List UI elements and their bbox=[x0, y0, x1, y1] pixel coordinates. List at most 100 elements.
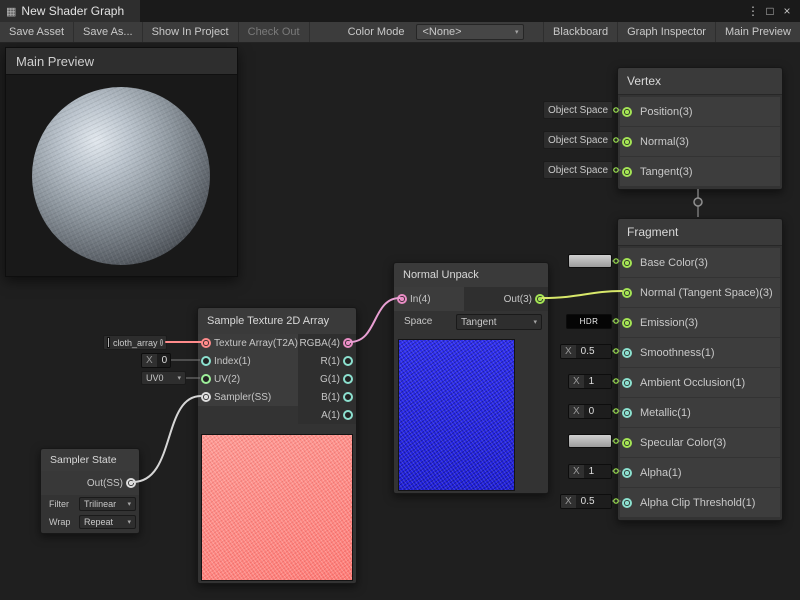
sampler-port[interactable] bbox=[201, 392, 211, 402]
save-asset-button[interactable]: Save Asset bbox=[0, 22, 74, 42]
fragment-row-base-color[interactable]: Base Color(3) bbox=[620, 248, 780, 277]
alpha-port[interactable] bbox=[622, 468, 632, 478]
value-field[interactable]: 0 bbox=[584, 405, 611, 418]
normal-tangent-port[interactable] bbox=[622, 288, 632, 298]
base-color-swatch[interactable] bbox=[568, 254, 612, 268]
main-preview-title[interactable]: Main Preview bbox=[6, 48, 237, 75]
rgba-output-port[interactable] bbox=[343, 338, 353, 348]
maximize-icon[interactable]: □ bbox=[762, 1, 778, 21]
color-mode-dropdown[interactable]: <None> ▾ bbox=[416, 24, 524, 40]
sampler-out-row[interactable]: Out(SS) bbox=[41, 471, 139, 495]
position-input-port[interactable] bbox=[622, 107, 632, 117]
vertex-row-tangent[interactable]: Tangent(3) bbox=[620, 157, 780, 186]
uv-channel-dropdown[interactable]: UV0 ▾ bbox=[141, 371, 186, 385]
blackboard-toggle-button[interactable]: Blackboard bbox=[543, 22, 617, 42]
fragment-node[interactable]: Fragment Base Color(3) Normal (Tangent S… bbox=[617, 218, 783, 521]
texture-array-object-field[interactable]: cloth_array bbox=[103, 335, 167, 350]
ambient-occlusion-port[interactable] bbox=[622, 378, 632, 388]
sample-node-outputs: RGBA(4) R(1) G(1) B(1) A(1) bbox=[298, 334, 356, 424]
save-as-button[interactable]: Save As... bbox=[74, 22, 143, 42]
normal-unpack-out-row[interactable]: Out(3) bbox=[464, 287, 548, 311]
g-output-port[interactable] bbox=[343, 374, 353, 384]
normal-unpack-in-row[interactable]: In(4) bbox=[394, 287, 464, 311]
fragment-row-alpha-clip[interactable]: Alpha Clip Threshold(1) bbox=[620, 488, 780, 517]
specular-color-swatch[interactable] bbox=[568, 434, 612, 448]
port-label: Smoothness(1) bbox=[620, 347, 715, 359]
r-output-port[interactable] bbox=[343, 356, 353, 366]
position-space-dropdown[interactable]: Object Space bbox=[543, 101, 613, 119]
vertex-node-title[interactable]: Vertex bbox=[618, 68, 782, 95]
metallic-port[interactable] bbox=[622, 408, 632, 418]
normal-unpack-title[interactable]: Normal Unpack bbox=[394, 263, 548, 288]
smoothness-field[interactable]: X 0.5 bbox=[560, 344, 612, 359]
input-row-texture-array[interactable]: Texture Array(T2A) bbox=[198, 334, 300, 352]
main-preview-panel[interactable]: Main Preview bbox=[5, 47, 238, 277]
document-tab[interactable]: ▦ New Shader Graph bbox=[0, 0, 140, 22]
b-output-port[interactable] bbox=[343, 392, 353, 402]
alpha-clip-port[interactable] bbox=[622, 498, 632, 508]
out-port[interactable] bbox=[535, 294, 545, 304]
close-icon[interactable]: × bbox=[779, 1, 795, 21]
space-dropdown[interactable]: Tangent ▾ bbox=[456, 314, 542, 330]
sample-texture-2d-array-node[interactable]: Sample Texture 2D Array Texture Array(T2… bbox=[197, 307, 357, 584]
filter-dropdown[interactable]: Trilinear ▾ bbox=[79, 497, 136, 511]
fragment-row-alpha[interactable]: Alpha(1) bbox=[620, 458, 780, 487]
wire-sampler-state[interactable] bbox=[133, 396, 201, 482]
sampler-out-port[interactable] bbox=[126, 478, 136, 488]
ambient-occlusion-field[interactable]: X 1 bbox=[568, 374, 612, 389]
value-field[interactable]: 0 bbox=[157, 354, 171, 367]
emission-port[interactable] bbox=[622, 318, 632, 328]
value-field[interactable]: 0.5 bbox=[576, 345, 611, 358]
wire-out-to-normal[interactable] bbox=[542, 291, 622, 298]
in-port[interactable] bbox=[397, 294, 407, 304]
output-row-b[interactable]: B(1) bbox=[298, 388, 356, 406]
normal-unpack-node[interactable]: Normal Unpack In(4) Out(3) Space Tangent… bbox=[393, 262, 549, 494]
graph-inspector-toggle-button[interactable]: Graph Inspector bbox=[617, 22, 715, 42]
vertex-node[interactable]: Vertex Position(3) Normal(3) Tangent(3) bbox=[617, 67, 783, 190]
output-row-g[interactable]: G(1) bbox=[298, 370, 356, 388]
value-field[interactable]: 1 bbox=[584, 465, 611, 478]
output-row-r[interactable]: R(1) bbox=[298, 352, 356, 370]
vertex-row-position[interactable]: Position(3) bbox=[620, 97, 780, 126]
vertex-row-normal[interactable]: Normal(3) bbox=[620, 127, 780, 156]
fragment-row-metallic[interactable]: Metallic(1) bbox=[620, 398, 780, 427]
metallic-field[interactable]: X 0 bbox=[568, 404, 612, 419]
wrap-dropdown[interactable]: Repeat ▾ bbox=[79, 515, 136, 529]
uv-port[interactable] bbox=[201, 374, 211, 384]
output-row-rgba[interactable]: RGBA(4) bbox=[298, 334, 356, 352]
specular-color-port[interactable] bbox=[622, 438, 632, 448]
fragment-row-specular-color[interactable]: Specular Color(3) bbox=[620, 428, 780, 457]
space-label: Space bbox=[404, 316, 432, 327]
index-field[interactable]: X 0 bbox=[141, 353, 171, 368]
more-menu-icon[interactable]: ⋮ bbox=[745, 1, 761, 21]
graph-canvas[interactable]: Main Preview Vertex Position(3) Normal(3… bbox=[0, 43, 800, 600]
fragment-row-emission[interactable]: Emission(3) bbox=[620, 308, 780, 337]
a-output-port[interactable] bbox=[343, 410, 353, 420]
output-row-a[interactable]: A(1) bbox=[298, 406, 356, 424]
sampler-state-title[interactable]: Sampler State bbox=[41, 449, 139, 472]
value-field[interactable]: 1 bbox=[584, 375, 611, 388]
fragment-row-ambient-occlusion[interactable]: Ambient Occlusion(1) bbox=[620, 368, 780, 397]
value-field[interactable]: 0.5 bbox=[576, 495, 611, 508]
normal-input-port[interactable] bbox=[622, 137, 632, 147]
smoothness-port[interactable] bbox=[622, 348, 632, 358]
normal-space-dropdown[interactable]: Object Space bbox=[543, 131, 613, 149]
alpha-field[interactable]: X 1 bbox=[568, 464, 612, 479]
sampler-state-node[interactable]: Sampler State Out(SS) Filter Trilinear ▾… bbox=[40, 448, 140, 534]
input-row-sampler[interactable]: Sampler(SS) bbox=[198, 388, 300, 406]
input-row-uv[interactable]: UV(2) bbox=[198, 370, 300, 388]
tangent-input-port[interactable] bbox=[622, 167, 632, 177]
fragment-node-title[interactable]: Fragment bbox=[618, 219, 782, 246]
texture-array-port[interactable] bbox=[201, 338, 211, 348]
show-in-project-button[interactable]: Show In Project bbox=[143, 22, 239, 42]
input-row-index[interactable]: Index(1) bbox=[198, 352, 300, 370]
base-color-port[interactable] bbox=[622, 258, 632, 268]
tangent-space-dropdown[interactable]: Object Space bbox=[543, 161, 613, 179]
fragment-row-normal[interactable]: Normal (Tangent Space)(3) bbox=[620, 278, 780, 307]
index-port[interactable] bbox=[201, 356, 211, 366]
main-preview-toggle-button[interactable]: Main Preview bbox=[715, 22, 800, 42]
alpha-clip-field[interactable]: X 0.5 bbox=[560, 494, 612, 509]
fragment-row-smoothness[interactable]: Smoothness(1) bbox=[620, 338, 780, 367]
sample-node-title[interactable]: Sample Texture 2D Array bbox=[198, 308, 356, 335]
emission-hdr-swatch[interactable]: HDR bbox=[566, 314, 612, 329]
